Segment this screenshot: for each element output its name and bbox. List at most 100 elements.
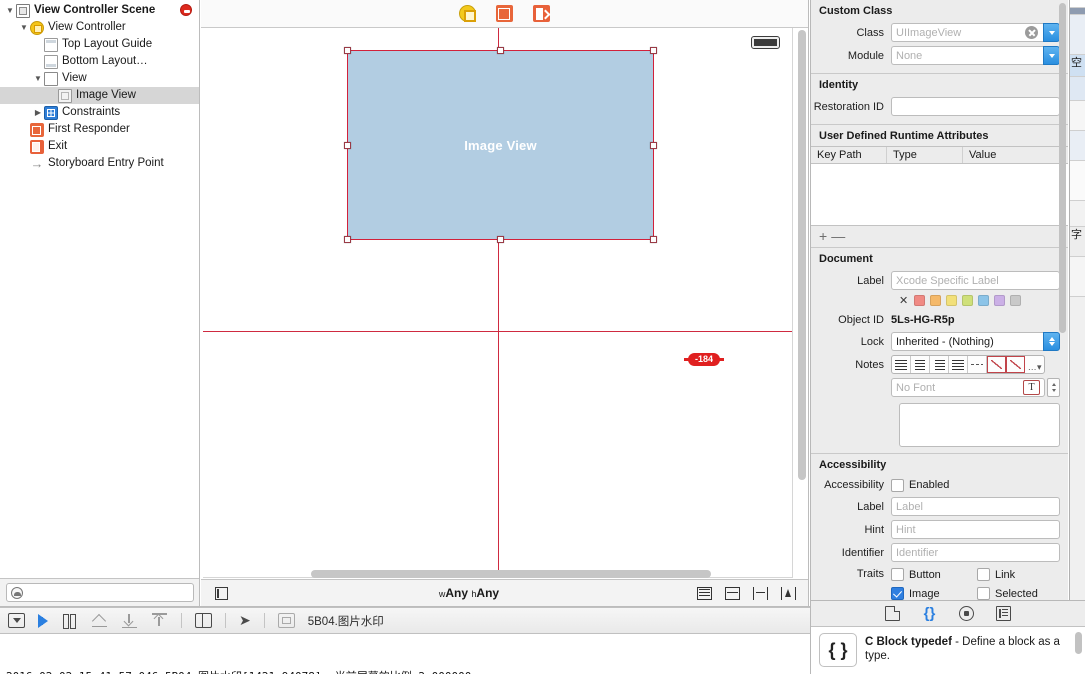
lock-select[interactable]: Inherited - (Nothing) <box>891 332 1043 351</box>
outline-row-bottom-layout[interactable]: Bottom Layout… <box>0 53 199 70</box>
outline-row-top-layout-guide[interactable]: Top Layout Guide <box>0 36 199 53</box>
a11y-identifier-input[interactable]: Identifier <box>891 543 1060 562</box>
inspector-scrollbar[interactable] <box>1059 3 1066 433</box>
notes-format-toolbar[interactable]: …▾ <box>891 355 1045 374</box>
restoration-id-row[interactable]: Restoration ID <box>811 95 1068 124</box>
scene-dock[interactable] <box>201 0 808 28</box>
notes-textarea[interactable] <box>899 403 1060 447</box>
filter-input[interactable] <box>6 583 194 602</box>
update-frames-icon[interactable] <box>697 586 712 600</box>
outline-row-view-controller[interactable]: ▼ View Controller <box>0 19 199 36</box>
step-out-icon[interactable] <box>151 613 168 628</box>
a11y-label-input[interactable]: Label <box>891 497 1060 516</box>
label-color-swatches[interactable]: ✕ <box>811 292 1068 310</box>
code-snippet-icon[interactable]: {} <box>922 606 937 621</box>
image-view-selected[interactable]: Image View <box>344 47 657 243</box>
debug-view-hierarchy-icon[interactable] <box>195 613 212 628</box>
outline-row-view[interactable]: ▼ View <box>0 70 199 87</box>
outline-row-storyboard-entry-point[interactable]: → Storyboard Entry Point <box>0 155 199 172</box>
font-panel-icon[interactable]: T <box>1023 380 1040 395</box>
accessibility-enabled-row[interactable]: Accessibility Enabled <box>811 475 1068 495</box>
file-template-icon[interactable] <box>885 606 900 621</box>
class-input[interactable]: UIImageView <box>891 23 1043 42</box>
label-swatch-5[interactable] <box>994 295 1006 306</box>
no-image-icon[interactable] <box>1006 356 1025 373</box>
a11y-identifier-row[interactable]: Identifier Identifier <box>811 541 1068 564</box>
pause-button-icon[interactable] <box>61 613 78 629</box>
no-color-icon[interactable] <box>987 356 1006 373</box>
resize-handle-top-right[interactable] <box>650 47 657 54</box>
label-swatch-1[interactable] <box>930 295 942 306</box>
resolve-auto-layout-icon[interactable] <box>781 586 797 600</box>
more-options-icon[interactable]: …▾ <box>1025 356 1044 373</box>
resize-handle-bottom-center[interactable] <box>497 236 504 243</box>
align-left-icon[interactable] <box>892 356 911 373</box>
resize-handle-bottom-left[interactable] <box>344 236 351 243</box>
class-clear-icon[interactable] <box>1025 26 1038 39</box>
align-center-icon[interactable] <box>911 356 930 373</box>
view-controller-dock-icon[interactable] <box>459 5 476 22</box>
library-item[interactable]: C Block typedef - Define a block as a ty… <box>865 633 1077 669</box>
trait-selected-checkbox[interactable] <box>977 587 990 600</box>
document-label-input[interactable]: Xcode Specific Label <box>891 271 1060 290</box>
step-into-icon[interactable] <box>121 613 138 628</box>
resize-handle-top-center[interactable] <box>497 47 504 54</box>
canvas-bottom-bar[interactable]: wAny hAny <box>201 579 808 606</box>
library-tab-bar[interactable]: {} <box>811 601 1085 627</box>
traits-checkbox-grid[interactable]: ButtonImageStatic TextLinkSelected <box>891 568 1038 600</box>
dashed-rule-icon[interactable] <box>968 356 987 373</box>
identity-inspector[interactable]: Custom Class Class UIImageView Module No… <box>810 0 1068 600</box>
a11y-hint-row[interactable]: Hint Hint <box>811 518 1068 541</box>
resize-handle-bottom-right[interactable] <box>650 236 657 243</box>
media-icon[interactable] <box>959 606 974 621</box>
outline-row-image-view[interactable]: Image View <box>0 87 199 104</box>
udra-table-body[interactable] <box>811 164 1068 226</box>
disclosure-triangle-icon[interactable]: ▶ <box>32 108 44 117</box>
debug-breadcrumb-path[interactable]: 5B04.图片水印 <box>308 613 384 629</box>
trait-link[interactable]: Link <box>977 568 1038 581</box>
scene-close-badge-icon[interactable] <box>180 4 192 16</box>
trait-image-checkbox[interactable] <box>891 587 904 600</box>
outline-filter-bar[interactable] <box>0 578 199 606</box>
udra-remove-button[interactable]: — <box>831 228 845 244</box>
object-library-icon[interactable] <box>996 606 1011 621</box>
disclosure-triangle-icon[interactable]: ▼ <box>32 74 44 83</box>
class-row[interactable]: Class UIImageView <box>811 21 1068 44</box>
outline-row-exit[interactable]: Exit <box>0 138 199 155</box>
trait-link-checkbox[interactable] <box>977 568 990 581</box>
disclosure-triangle-icon[interactable]: ▼ <box>4 6 16 15</box>
label-swatch-4[interactable] <box>978 295 990 306</box>
resize-handle-middle-right[interactable] <box>650 141 657 149</box>
hide-debug-area-icon[interactable] <box>8 613 25 628</box>
label-swatch-0[interactable] <box>914 295 926 306</box>
constraint-badge[interactable]: -184 <box>683 353 725 366</box>
embed-in-icon[interactable] <box>725 586 740 600</box>
first-responder-dock-icon[interactable] <box>496 5 513 22</box>
library-panel[interactable]: {} { } C Block typedef - Define a block … <box>810 600 1085 674</box>
simulate-location-icon[interactable]: ➤ <box>239 613 251 628</box>
module-dropdown-icon[interactable] <box>1043 46 1060 65</box>
size-class-indicator[interactable]: wAny hAny <box>439 586 499 600</box>
label-swatch-6[interactable] <box>1010 295 1022 306</box>
restoration-id-input[interactable] <box>891 97 1060 116</box>
outline-row-view-controller-scene[interactable]: ▼ View Controller Scene <box>0 2 199 19</box>
a11y-label-row[interactable]: Label Label <box>811 495 1068 518</box>
outline-row-constraints[interactable]: ▶ Constraints <box>0 104 199 121</box>
trait-button[interactable]: Button <box>891 568 977 581</box>
lock-row[interactable]: Lock Inherited - (Nothing) <box>811 330 1068 353</box>
device-view[interactable]: Image View -184 <box>203 28 793 578</box>
module-input[interactable]: None <box>891 46 1043 65</box>
library-scrollbar[interactable] <box>1075 632 1082 670</box>
label-swatch-3[interactable] <box>962 295 974 306</box>
continue-button-icon[interactable] <box>38 613 48 628</box>
align-icon[interactable] <box>753 586 769 600</box>
background-window-peek[interactable]: 空 字 <box>1069 0 1085 600</box>
document-label-row[interactable]: Label Xcode Specific Label <box>811 269 1068 292</box>
label-swatch-2[interactable] <box>946 295 958 306</box>
notes-row[interactable]: Notes …▾ <box>811 353 1068 376</box>
step-over-icon[interactable] <box>91 613 108 628</box>
library-list[interactable]: { } C Block typedef - Define a block as … <box>811 627 1085 674</box>
stack-frame-icon[interactable] <box>277 613 295 628</box>
trait-button-checkbox[interactable] <box>891 568 904 581</box>
font-row[interactable]: No Font T <box>811 376 1068 399</box>
